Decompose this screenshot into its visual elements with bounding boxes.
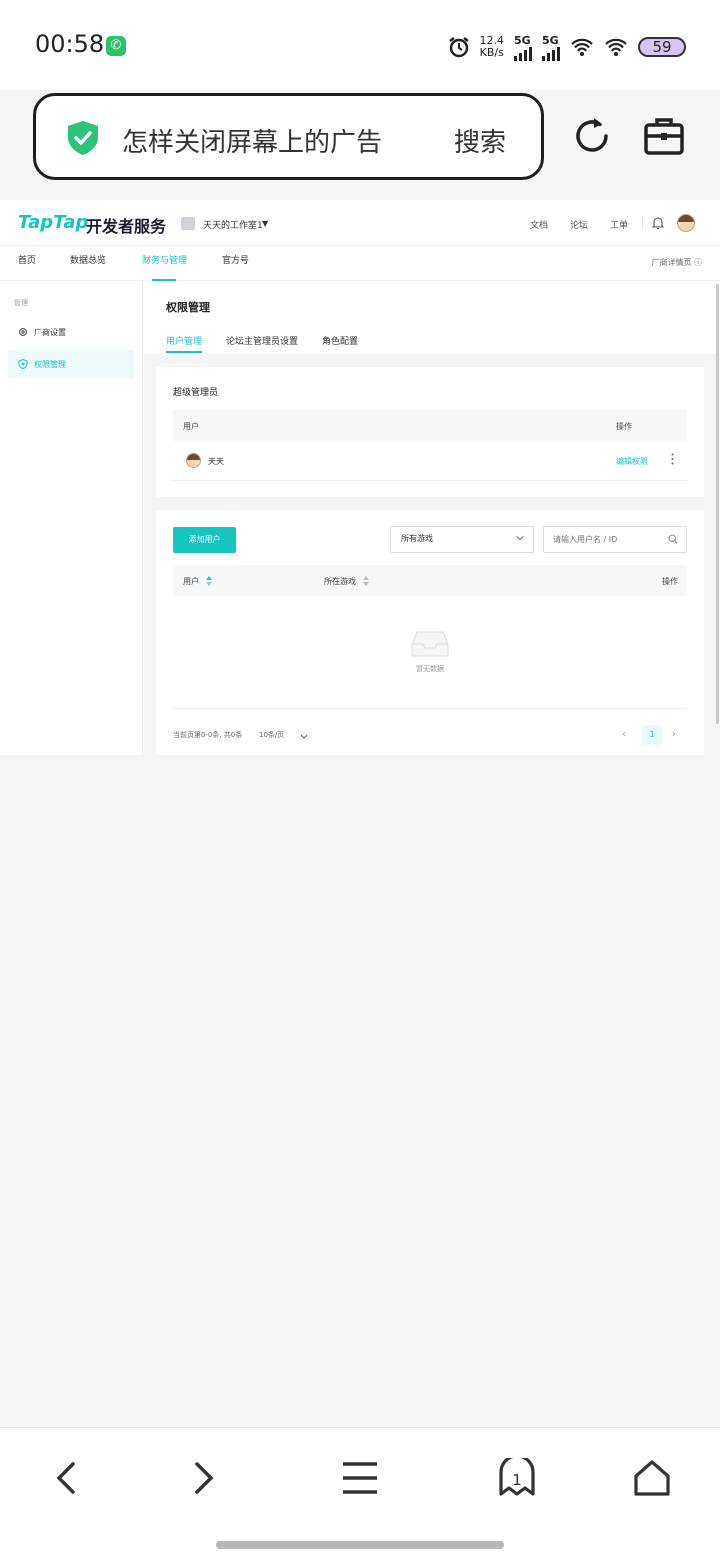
game-select-value: 所有游戏 — [401, 534, 433, 543]
wifi-icon — [605, 38, 627, 56]
tab-user-management[interactable]: 用户管理 — [166, 334, 202, 347]
page-scrollbar[interactable] — [716, 284, 719, 724]
svg-text:1: 1 — [512, 1471, 522, 1489]
status-icons: 12.4 KB/s 5G 5G 59 — [448, 32, 686, 62]
search-query-text[interactable]: 怎样关闭屏幕上的广告 — [122, 122, 382, 159]
home-indicator[interactable] — [216, 1541, 504, 1549]
search-button[interactable]: 搜索 — [454, 122, 506, 159]
col-action: 操作 — [616, 422, 632, 431]
workspace-icon — [181, 217, 195, 230]
content-header: 权限管理 用户管理 论坛主管理员设置 角色配置 — [144, 281, 720, 354]
chevron-down-icon — [516, 536, 524, 541]
game-select[interactable]: 所有游戏 — [390, 526, 534, 553]
sidebar-item-permissions[interactable]: 权限管理 — [8, 350, 134, 378]
tab-home[interactable]: 首页 — [18, 253, 36, 266]
forward-icon[interactable] — [183, 1458, 223, 1498]
signal-sim1: 5G — [514, 34, 532, 61]
page-size-select[interactable]: 10条/页 — [259, 730, 284, 740]
col-user: 用户 — [183, 577, 199, 586]
sidebar-item-vendor-settings[interactable]: 厂商设置 — [8, 318, 134, 346]
page-title: 权限管理 — [166, 301, 210, 314]
active-tab-indicator — [166, 351, 202, 353]
card-title: 超级管理员 — [173, 388, 219, 398]
toolbox-icon[interactable] — [643, 116, 685, 156]
ticket-link[interactable]: 工单 — [610, 218, 628, 231]
sidebar-item-label: 权限管理 — [34, 360, 66, 369]
status-bar: 00:58 ✆ 12.4 KB/s 5G 5G 59 — [0, 0, 720, 90]
empty-state-text: 暂无数据 — [416, 665, 444, 673]
reload-icon[interactable] — [570, 114, 614, 158]
bell-icon[interactable] — [652, 216, 664, 230]
top-links: 文档 论坛 工单 — [530, 218, 628, 231]
main-content: 权限管理 用户管理 论坛主管理员设置 角色配置 超级管理员 用户 操作 天天 编… — [144, 281, 720, 755]
back-icon[interactable] — [47, 1458, 87, 1498]
col-user: 用户 — [183, 422, 199, 431]
home-icon[interactable] — [632, 1458, 672, 1498]
status-time: 00:58 — [35, 30, 105, 58]
user-avatar[interactable] — [677, 214, 695, 232]
edit-permission-link[interactable]: 编辑权限 — [616, 456, 648, 467]
web-page: TapTap 开发者服务 天天的工作室1 ▼ 文档 论坛 工单 首页 数据总览 … — [0, 200, 720, 755]
call-icon: ✆ — [106, 36, 126, 56]
sidebar-item-label: 厂商设置 — [34, 328, 66, 337]
avatar — [186, 453, 201, 468]
table-header: 用户 所在游戏 操作 — [173, 565, 687, 596]
search-icon[interactable] — [668, 534, 678, 544]
logo-subtitle: 开发者服务 — [86, 217, 167, 236]
site-top-nav: TapTap 开发者服务 天天的工作室1 ▼ 文档 论坛 工单 — [0, 200, 720, 246]
tab-role-config[interactable]: 角色配置 — [322, 334, 358, 347]
table-row: 天天 编辑权限 — [173, 441, 687, 481]
user-name: 天天 — [208, 457, 224, 466]
user-search-input[interactable] — [543, 526, 687, 553]
site-sub-nav: 首页 数据总览 财务与管理 官方号 厂商详情页 ⓘ — [0, 246, 720, 281]
tab-finance-management[interactable]: 财务与管理 — [142, 253, 187, 266]
gear-icon — [19, 328, 27, 336]
col-action: 操作 — [662, 577, 678, 586]
col-game: 所在游戏 — [324, 577, 356, 586]
add-user-button[interactable]: 添加用户 — [173, 527, 236, 553]
sidebar-group-label: 管理 — [14, 299, 28, 307]
super-admin-card: 超级管理员 用户 操作 天天 编辑权限 — [156, 367, 704, 497]
table-header: 用户 操作 — [173, 410, 687, 441]
pagination-info: 当前页第0-0条, 共0条 — [173, 731, 243, 739]
empty-inbox-icon — [411, 631, 449, 657]
vendor-detail-link[interactable]: 厂商详情页 ⓘ — [651, 257, 702, 268]
sort-icon[interactable] — [363, 576, 369, 586]
shield-icon — [18, 359, 28, 369]
divider — [173, 708, 687, 709]
tab-data-overview[interactable]: 数据总览 — [70, 253, 106, 266]
network-speed: 12.4 KB/s — [479, 34, 505, 59]
sidebar: 管理 厂商设置 权限管理 — [0, 281, 143, 755]
divider — [642, 217, 643, 229]
wifi-hotspot-icon — [571, 38, 593, 56]
menu-icon[interactable] — [340, 1458, 380, 1498]
taptap-logo[interactable]: TapTap — [18, 212, 88, 233]
sort-icon[interactable] — [206, 576, 212, 586]
browser-search-bar[interactable]: 怎样关闭屏幕上的广告 搜索 — [33, 93, 544, 180]
next-page-icon[interactable]: › — [672, 729, 676, 740]
tabs-icon[interactable]: 1 — [497, 1458, 537, 1498]
user-list-card: 添加用户 所有游戏 用户 所在游戏 操作 暂无数据 当前页第0-0条, 共0条 … — [156, 510, 704, 755]
tab-official-account[interactable]: 官方号 — [222, 253, 249, 266]
current-page[interactable]: 1 — [642, 725, 662, 745]
caret-down-icon[interactable]: ▼ — [262, 219, 268, 228]
browser-bottom-bar: 1 — [0, 1427, 720, 1563]
security-shield-icon — [68, 121, 98, 155]
prev-page-icon[interactable]: ‹ — [622, 729, 626, 740]
more-vertical-icon[interactable] — [671, 453, 674, 465]
battery-indicator: 59 — [638, 37, 686, 57]
alarm-icon — [448, 37, 469, 58]
docs-link[interactable]: 文档 — [530, 218, 548, 231]
workspace-selector[interactable]: 天天的工作室1 — [203, 218, 263, 231]
tab-forum-admin-settings[interactable]: 论坛主管理员设置 — [226, 334, 298, 347]
chevron-down-icon[interactable] — [300, 734, 308, 740]
signal-sim2: 5G — [542, 34, 560, 61]
forum-link[interactable]: 论坛 — [570, 218, 588, 231]
